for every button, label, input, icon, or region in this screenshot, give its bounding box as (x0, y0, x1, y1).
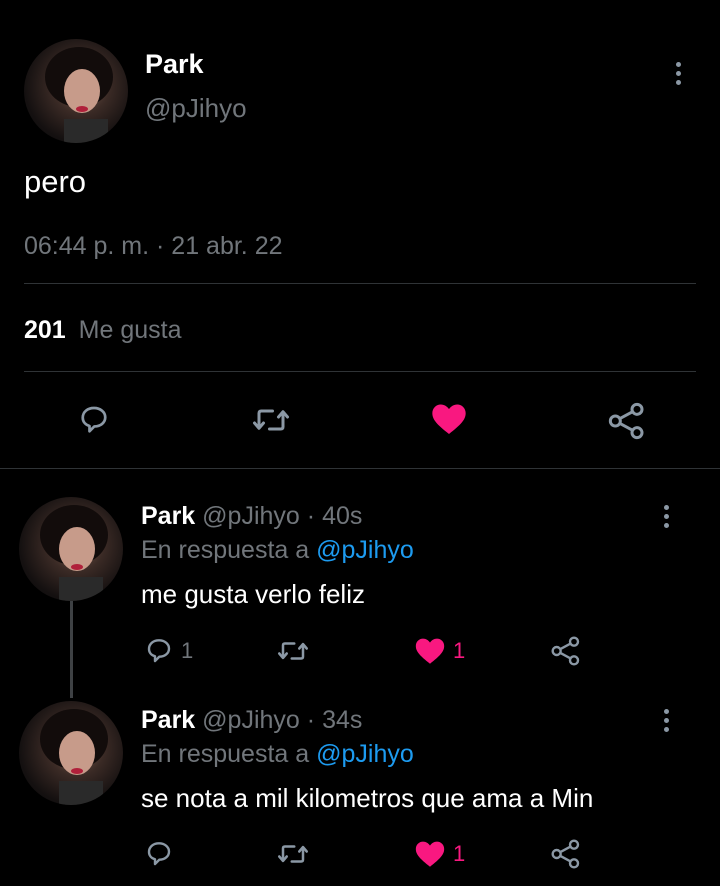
reply-text: me gusta verlo feliz (141, 579, 365, 609)
divider-2 (24, 371, 696, 372)
share-icon[interactable] (550, 635, 582, 667)
more-vertical-icon (663, 505, 669, 510)
replying-to-line: En respuesta a @pJihyo (141, 739, 414, 769)
reply-separator: · (306, 706, 316, 734)
likes-label: Me gusta (78, 316, 182, 344)
reply-author-name[interactable]: Park (141, 502, 195, 530)
reply-icon[interactable] (143, 838, 175, 870)
replying-to-line: En respuesta a @pJihyo (141, 535, 414, 565)
more-vertical-icon (663, 709, 669, 714)
divider-1 (24, 283, 696, 284)
reply-avatar[interactable] (19, 497, 123, 601)
reply-header: Park @pJihyo · 34s (141, 705, 362, 735)
main-author-name[interactable]: Park (145, 48, 204, 80)
reply-text: se nota a mil kilometros que ama a Min (141, 783, 594, 813)
reply-time[interactable]: 34s (322, 706, 362, 734)
reply-icon[interactable] (76, 402, 112, 438)
heart-filled-icon[interactable] (413, 634, 447, 668)
reply-icon[interactable] (143, 635, 175, 667)
main-avatar[interactable] (24, 39, 128, 143)
like-count: 1 (453, 638, 466, 663)
avatar-photo (40, 709, 108, 805)
avatar-photo (45, 47, 113, 143)
replying-to-label: En respuesta a (141, 536, 310, 564)
reply-more-options-button[interactable] (662, 709, 670, 736)
thread-connector-line (70, 600, 73, 698)
reply-avatar[interactable] (19, 701, 123, 805)
main-author-handle[interactable]: @pJihyo (145, 92, 247, 124)
main-tweet-text: pero (24, 164, 87, 199)
replying-to-link[interactable]: @pJihyo (316, 536, 414, 564)
main-more-options-button[interactable] (674, 62, 682, 89)
reply-author-handle[interactable]: @pJihyo (202, 706, 300, 734)
retweet-icon[interactable] (276, 636, 310, 666)
share-icon[interactable] (607, 401, 647, 441)
reply-count: 1 (181, 638, 194, 663)
heart-filled-icon[interactable] (413, 837, 447, 871)
replying-to-link[interactable]: @pJihyo (316, 740, 414, 768)
replying-to-label: En respuesta a (141, 740, 310, 768)
reply-separator: · (306, 502, 316, 530)
retweet-icon[interactable] (276, 839, 310, 869)
heart-filled-icon[interactable] (429, 399, 469, 439)
reply-author-handle[interactable]: @pJihyo (202, 502, 300, 530)
retweet-icon[interactable] (251, 402, 291, 438)
reply-header: Park @pJihyo · 40s (141, 501, 362, 531)
likes-stat[interactable]: 201 Me gusta (24, 315, 182, 345)
likes-count: 201 (24, 316, 66, 344)
reply-author-name[interactable]: Park (141, 706, 195, 734)
share-icon[interactable] (550, 838, 582, 870)
reply-time[interactable]: 40s (322, 502, 362, 530)
avatar-photo (40, 505, 108, 601)
more-vertical-icon (675, 62, 681, 67)
reply-more-options-button[interactable] (662, 505, 670, 532)
like-count: 1 (453, 841, 466, 866)
main-tweet-timestamp[interactable]: 06:44 p. m. · 21 abr. 22 (24, 231, 283, 261)
divider-3 (0, 468, 720, 469)
